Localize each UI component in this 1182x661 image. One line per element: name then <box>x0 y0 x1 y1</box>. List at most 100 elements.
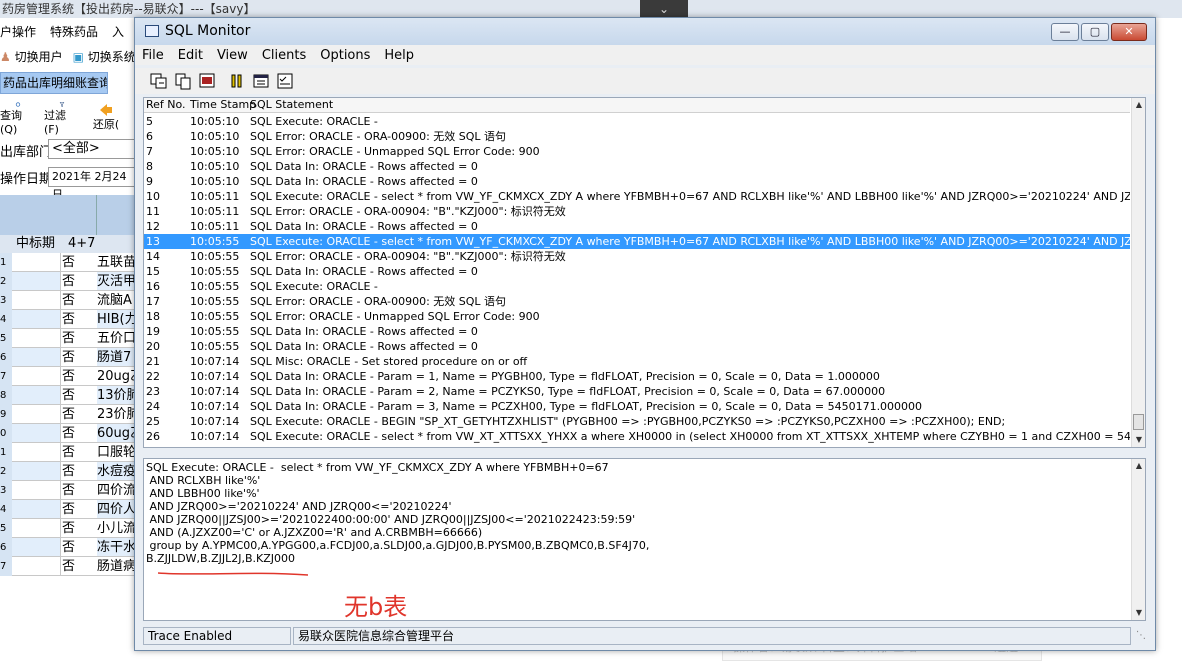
menu-options[interactable]: Options <box>313 48 377 63</box>
close-button[interactable]: ✕ <box>1111 23 1147 41</box>
row-cell <box>12 538 61 556</box>
row-flag: 否 <box>62 426 76 441</box>
table-row[interactable]: 2 否灭活甲 <box>0 272 140 291</box>
restore-button[interactable]: 还原( <box>88 102 124 136</box>
scroll-down-icon[interactable]: ▼ <box>1132 433 1145 447</box>
table-row[interactable]: 1 否五联苗 <box>0 253 140 272</box>
list-item[interactable]: 24 10:07:14 SQL Data In: ORACLE - Param = … <box>144 399 1130 414</box>
sql-detail-text[interactable]: SQL Execute: ORACLE - select * from VW_Y… <box>146 461 649 565</box>
window-title-bar[interactable]: SQL Monitor — ▢ ✕ <box>135 18 1155 45</box>
list-item[interactable]: 23 10:07:14 SQL Data In: ORACLE - Param = … <box>144 384 1130 399</box>
table-row[interactable]: 5 否五价口 <box>0 329 140 348</box>
list-item[interactable]: 19 10:05:55 SQL Data In: ORACLE - Rows aff… <box>144 324 1130 339</box>
menu-view[interactable]: View <box>210 48 255 63</box>
list-item[interactable]: 6 10:05:10 SQL Error: ORACLE - ORA-00900: … <box>144 129 1130 144</box>
table-row[interactable]: 2 否水痘疫 <box>0 462 140 481</box>
row-index: 2 <box>0 272 12 291</box>
table-row[interactable]: 7 否肠道病 <box>0 557 140 576</box>
sql-trace-list[interactable]: Ref No. Time Stamp SQL Statement 5 10:05:… <box>143 97 1146 448</box>
sql-statement: SQL Data In: ORACLE - Param = 2, Name = … <box>250 385 886 398</box>
list-item[interactable]: 10 10:05:11 SQL Execute: ORACLE - select *… <box>144 189 1130 204</box>
table-row[interactable]: 8 否 13价肺 <box>0 386 140 405</box>
menu-clients[interactable]: Clients <box>255 48 313 63</box>
bg-menu-item-user[interactable]: 户操作 <box>0 23 36 40</box>
time-stamp: 10:05:10 <box>190 145 240 158</box>
row-index: 6 <box>0 348 12 367</box>
background-action-toolbar: 查询(Q) 过滤(F) 还原( <box>0 102 140 136</box>
pause-button[interactable] <box>225 70 249 92</box>
row-cell <box>12 291 61 309</box>
date-picker[interactable]: 2021年 2月24日 <box>48 167 138 201</box>
switch-system-button[interactable]: ▣ 切换系统 <box>73 48 136 65</box>
grid-col-bid-period: 中标期 <box>16 236 56 251</box>
resize-grip-icon[interactable]: ⋱ <box>1136 630 1146 641</box>
list-item[interactable]: 14 10:05:55 SQL Error: ORACLE - ORA-00904:… <box>144 249 1130 264</box>
list-item[interactable]: 16 10:05:55 SQL Execute: ORACLE - <box>144 279 1130 294</box>
list-item[interactable]: 15 10:05:55 SQL Data In: ORACLE - Rows aff… <box>144 264 1130 279</box>
menu-edit[interactable]: Edit <box>171 48 210 63</box>
table-row[interactable]: 0 否 60ug乙 <box>0 424 140 443</box>
list-item[interactable]: 25 10:07:14 SQL Execute: ORACLE - BEGIN "S… <box>144 414 1130 429</box>
col-sql-statement[interactable]: SQL Statement <box>250 98 333 112</box>
query-button[interactable]: 查询(Q) <box>0 102 36 136</box>
detail-scrollbar[interactable]: ▲ ▼ <box>1131 459 1145 620</box>
row-cell <box>12 386 61 404</box>
table-row[interactable]: 7 否 20ug乙 <box>0 367 140 386</box>
list-item[interactable]: 11 10:05:11 SQL Error: ORACLE - ORA-00904:… <box>144 204 1130 219</box>
table-row[interactable]: 9 否 23价肺 <box>0 405 140 424</box>
print-button[interactable] <box>195 70 219 92</box>
list-item[interactable]: 26 10:07:14 SQL Execute: ORACLE - select *… <box>144 429 1130 444</box>
col-ref-no[interactable]: Ref No. <box>146 98 186 112</box>
list-item[interactable]: 7 10:05:10 SQL Error: ORACLE - Unmapped SQ… <box>144 144 1130 159</box>
time-stamp: 10:05:55 <box>190 280 240 293</box>
scroll-down-icon[interactable]: ▼ <box>1132 606 1145 620</box>
dept-select[interactable]: <全部> <box>48 139 138 159</box>
copy-button[interactable] <box>171 70 195 92</box>
bg-menu-item-special[interactable]: 特殊药品 <box>50 23 98 40</box>
time-stamp: 10:07:14 <box>190 370 240 383</box>
filter-button[interactable]: 过滤(F) <box>44 102 80 136</box>
menu-file[interactable]: File <box>135 48 171 63</box>
table-row[interactable]: 1 否口服轮 <box>0 443 140 462</box>
list-item[interactable]: 9 10:05:10 SQL Data In: ORACLE - Rows affe… <box>144 174 1130 189</box>
col-time-stamp[interactable]: Time Stamp <box>190 98 256 112</box>
minimize-button[interactable]: — <box>1051 23 1079 41</box>
maximize-button[interactable]: ▢ <box>1081 23 1109 41</box>
list-item[interactable]: 13 10:05:55 SQL Execute: ORACLE - select *… <box>144 234 1130 249</box>
table-row[interactable]: 4 否四价人 <box>0 500 140 519</box>
list-item[interactable]: 22 10:07:14 SQL Data In: ORACLE - Param = … <box>144 369 1130 384</box>
save-log-button[interactable] <box>147 70 171 92</box>
save-log-icon <box>150 73 167 89</box>
table-row[interactable]: 4 否 HIB(力 <box>0 310 140 329</box>
time-stamp: 10:07:14 <box>190 400 240 413</box>
list-item[interactable]: 8 10:05:10 SQL Data In: ORACLE - Rows affe… <box>144 159 1130 174</box>
table-row[interactable]: 3 否四价流 <box>0 481 140 500</box>
switch-user-button[interactable]: ♟ 切换用户 <box>0 48 63 65</box>
list-item[interactable]: 20 10:05:55 SQL Data In: ORACLE - Rows aff… <box>144 339 1130 354</box>
table-row[interactable]: 6 否冻干水 <box>0 538 140 557</box>
clear-button[interactable] <box>249 70 273 92</box>
bg-menu-item-in[interactable]: 入 <box>112 23 124 40</box>
table-row[interactable]: 5 否小儿流 <box>0 519 140 538</box>
list-item[interactable]: 17 10:05:55 SQL Error: ORACLE - ORA-00900:… <box>144 294 1130 309</box>
table-row[interactable]: 3 否流脑A <box>0 291 140 310</box>
table-row[interactable]: 6 否肠道7 <box>0 348 140 367</box>
sql-monitor-window: SQL Monitor — ▢ ✕ File Edit View Clients… <box>134 17 1156 651</box>
sql-statement: SQL Data In: ORACLE - Rows affected = 0 <box>250 325 478 338</box>
scroll-up-icon[interactable]: ▲ <box>1132 459 1145 473</box>
row-flag: 否 <box>62 559 76 574</box>
menu-help[interactable]: Help <box>377 48 421 63</box>
list-item[interactable]: 21 10:07:14 SQL Misc: ORACLE - Set stored … <box>144 354 1130 369</box>
sql-statement: SQL Error: ORACLE - ORA-00900: 无效 SQL 语句 <box>250 130 507 143</box>
list-item[interactable]: 12 10:05:11 SQL Data In: ORACLE - Rows aff… <box>144 219 1130 234</box>
ref-no: 16 <box>146 280 160 293</box>
sql-detail-pane[interactable]: SQL Execute: ORACLE - select * from VW_Y… <box>143 458 1146 621</box>
options-button[interactable] <box>273 70 297 92</box>
list-item[interactable]: 18 10:05:55 SQL Error: ORACLE - Unmapped S… <box>144 309 1130 324</box>
list-scrollbar[interactable]: ▲ ▼ <box>1131 98 1145 447</box>
row-cell <box>12 443 61 461</box>
tab-outbound-detail[interactable]: 药品出库明细账查询 <box>0 72 108 94</box>
scroll-up-icon[interactable]: ▲ <box>1132 98 1145 112</box>
scroll-thumb[interactable] <box>1133 414 1144 430</box>
list-item[interactable]: 5 10:05:10 SQL Execute: ORACLE - <box>144 114 1130 129</box>
